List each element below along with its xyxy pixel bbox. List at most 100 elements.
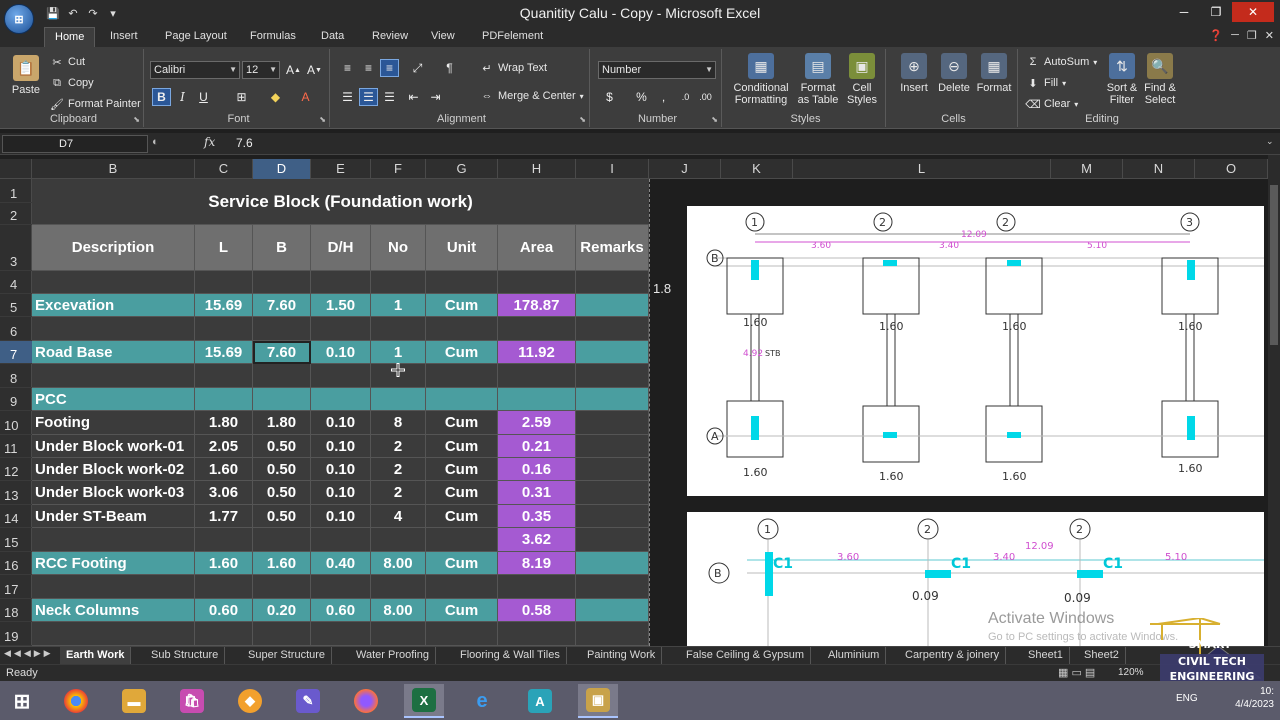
- empty-cell[interactable]: [426, 364, 498, 388]
- row-header[interactable]: 17: [0, 575, 32, 599]
- d-cell[interactable]: 0.10: [311, 411, 371, 435]
- d-cell[interactable]: 0.10: [311, 458, 371, 481]
- system-clock[interactable]: 10: 4/4/2023: [1214, 685, 1274, 711]
- sort-filter-button[interactable]: ⇅ Sort & Filter: [1102, 53, 1142, 106]
- row-header[interactable]: 14: [0, 505, 32, 528]
- empty-cell[interactable]: [426, 271, 498, 294]
- align-center-icon[interactable]: ☰: [359, 88, 378, 106]
- restore-button[interactable]: ❐: [1200, 2, 1232, 22]
- empty-cell[interactable]: [426, 317, 498, 341]
- wrap-text-button[interactable]: ↵ Wrap Text: [480, 61, 547, 75]
- d-cell[interactable]: 0.40: [311, 552, 371, 575]
- sheet-tab-sheet2[interactable]: Sheet2: [1078, 647, 1126, 664]
- column-header-cell[interactable]: No: [371, 225, 426, 271]
- taskbar-store[interactable]: 🛍: [172, 684, 212, 718]
- unit-cell[interactable]: Cum: [426, 341, 498, 364]
- taskbar-app-4[interactable]: ◆: [230, 684, 270, 718]
- b-cell[interactable]: 0.50: [253, 458, 311, 481]
- rem-cell[interactable]: [576, 435, 649, 458]
- empty-cell[interactable]: [195, 317, 253, 341]
- area-cell[interactable]: 3.62: [498, 528, 576, 552]
- area-cell[interactable]: 2.59: [498, 411, 576, 435]
- no-cell[interactable]: [371, 388, 426, 411]
- empty-cell[interactable]: [32, 575, 195, 599]
- number-launcher-icon[interactable]: ⬊: [711, 115, 718, 124]
- area-cell[interactable]: 11.92: [498, 341, 576, 364]
- sheet-tab-carpentry[interactable]: Carpentry & joinery: [899, 647, 1007, 664]
- b-cell[interactable]: 1.80: [253, 411, 311, 435]
- unit-cell[interactable]: Cum: [426, 411, 498, 435]
- empty-cell[interactable]: [253, 317, 311, 341]
- increase-decimal-icon[interactable]: .0: [676, 88, 695, 106]
- rem-cell[interactable]: [576, 552, 649, 575]
- row-header[interactable]: 11: [0, 435, 32, 458]
- area-cell[interactable]: 0.31: [498, 481, 576, 505]
- b-cell[interactable]: [253, 388, 311, 411]
- empty-cell[interactable]: [371, 317, 426, 341]
- l-cell[interactable]: 1.60: [195, 552, 253, 575]
- d-cell[interactable]: 0.10: [311, 481, 371, 505]
- description-cell[interactable]: Under Block work-01: [32, 435, 195, 458]
- copy-button[interactable]: ⧉ Copy: [50, 76, 94, 90]
- empty-cell[interactable]: [426, 622, 498, 646]
- comma-style-icon[interactable]: ,: [654, 88, 673, 106]
- align-top-icon[interactable]: ≡: [338, 59, 357, 77]
- active-cell-d7[interactable]: 7.60: [253, 341, 311, 364]
- tab-page-layout[interactable]: Page Layout: [155, 27, 237, 47]
- rem-cell[interactable]: [576, 294, 649, 317]
- description-cell[interactable]: Footing: [32, 411, 195, 435]
- format-as-table-button[interactable]: ▤ Format as Table: [794, 53, 842, 106]
- d-cell[interactable]: 0.10: [311, 435, 371, 458]
- empty-cell[interactable]: [371, 271, 426, 294]
- rem-cell[interactable]: [576, 388, 649, 411]
- l-cell[interactable]: 1.80: [195, 411, 253, 435]
- l-cell[interactable]: 15.69: [195, 341, 253, 364]
- decrease-decimal-icon[interactable]: .00: [696, 88, 715, 106]
- empty-cell[interactable]: [311, 575, 371, 599]
- rem-cell[interactable]: [576, 481, 649, 505]
- empty-cell[interactable]: [253, 622, 311, 646]
- zoom-level[interactable]: 120%: [1118, 667, 1144, 678]
- column-header-cell[interactable]: Remarks: [576, 225, 649, 271]
- empty-cell[interactable]: [195, 575, 253, 599]
- unit-cell[interactable]: Cum: [426, 552, 498, 575]
- row-header[interactable]: 18: [0, 599, 32, 622]
- align-right-icon[interactable]: ☰: [380, 88, 399, 106]
- description-cell[interactable]: PCC: [32, 388, 195, 411]
- sheet-tab-sub-structure[interactable]: Sub Structure: [145, 647, 226, 664]
- rem-cell[interactable]: [576, 528, 649, 552]
- d-cell[interactable]: 1.50: [311, 294, 371, 317]
- find-select-button[interactable]: 🔍 Find & Select: [1140, 53, 1180, 106]
- empty-cell[interactable]: [371, 622, 426, 646]
- no-cell[interactable]: 4: [371, 505, 426, 528]
- align-middle-icon[interactable]: ≡: [359, 59, 378, 77]
- column-header-d[interactable]: D: [253, 159, 311, 179]
- expand-formula-bar-icon[interactable]: ⌄: [1266, 136, 1274, 147]
- no-cell[interactable]: [371, 528, 426, 552]
- column-header-cell[interactable]: B: [253, 225, 311, 271]
- area-cell[interactable]: 0.58: [498, 599, 576, 622]
- column-header-o[interactable]: O: [1195, 159, 1268, 179]
- decrease-indent-icon[interactable]: ⇤: [404, 88, 423, 106]
- sheet-tab-earth-work[interactable]: Earth Work: [60, 647, 132, 664]
- row-header[interactable]: 3: [0, 225, 32, 271]
- description-cell[interactable]: Neck Columns: [32, 599, 195, 622]
- empty-cell[interactable]: [195, 364, 253, 388]
- row-header[interactable]: 4: [0, 271, 32, 294]
- unit-cell[interactable]: Cum: [426, 435, 498, 458]
- column-header-j[interactable]: J: [649, 159, 721, 179]
- grow-font-button[interactable]: A ▲: [284, 61, 303, 79]
- empty-cell[interactable]: [576, 575, 649, 599]
- language-indicator[interactable]: ENG: [1176, 693, 1198, 704]
- column-header-k[interactable]: K: [721, 159, 793, 179]
- rem-cell[interactable]: [576, 341, 649, 364]
- taskbar-app-10[interactable]: ▣: [578, 684, 618, 718]
- tab-insert[interactable]: Insert: [100, 27, 148, 47]
- worksheet-grid[interactable]: Service Block (Foundation work) Descript…: [32, 179, 649, 646]
- tab-pdfelement[interactable]: PDFelement: [472, 27, 553, 47]
- empty-cell[interactable]: [498, 622, 576, 646]
- column-header-b[interactable]: B: [32, 159, 195, 179]
- column-header-h[interactable]: H: [498, 159, 576, 179]
- empty-cell[interactable]: [253, 364, 311, 388]
- percent-icon[interactable]: %: [632, 88, 651, 106]
